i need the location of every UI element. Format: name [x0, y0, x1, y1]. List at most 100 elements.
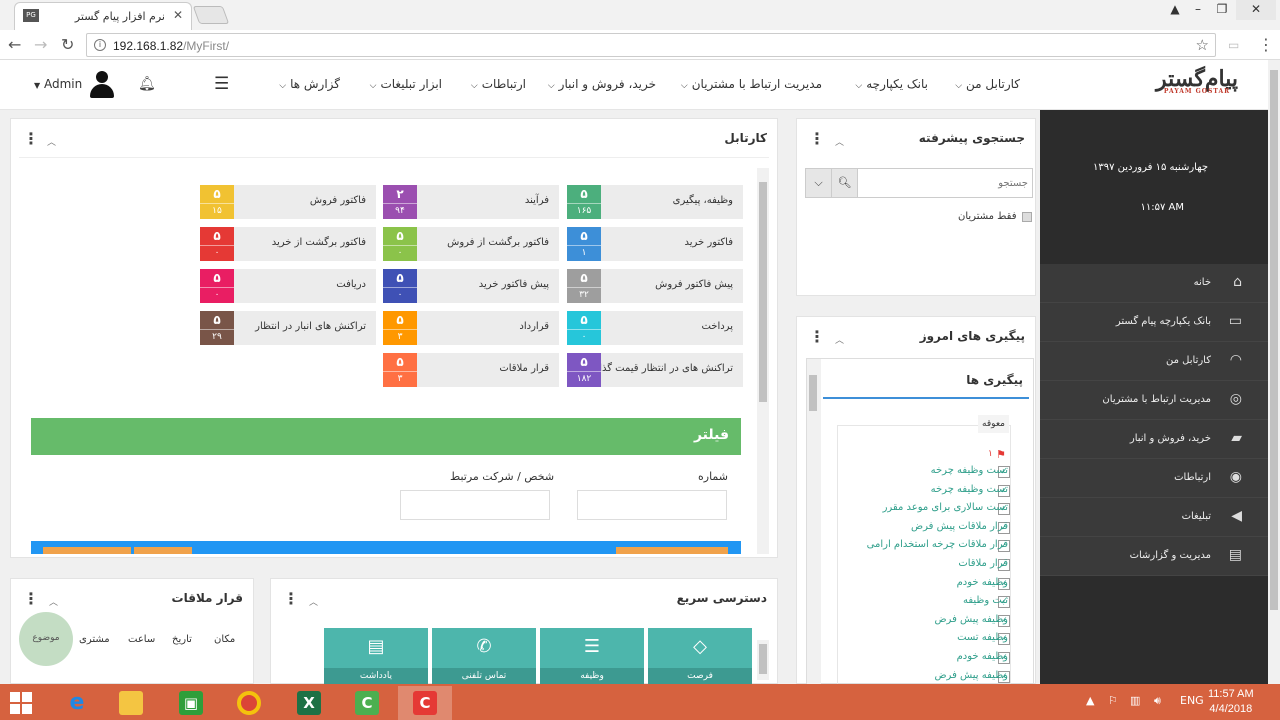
- quick-call-button[interactable]: ✆ تماس تلفنی: [432, 628, 536, 684]
- tile-count[interactable]: ۵۰: [200, 269, 234, 303]
- menu-communications[interactable]: ارتباطات⌵: [471, 77, 526, 91]
- kartabl-tile[interactable]: پیش فاکتور فروش ۵ ۳۲: [567, 269, 743, 303]
- followup-item[interactable]: قرار ملاقات چرخه استخدام ارامی: [867, 539, 1008, 550]
- windows-start-icon[interactable]: [10, 692, 32, 714]
- collapse-icon[interactable]: ︿: [49, 595, 58, 608]
- tile-count[interactable]: ۵ ۱۵: [200, 185, 234, 219]
- ie-icon[interactable]: e: [50, 686, 104, 720]
- tile-count[interactable]: ۵۱: [567, 227, 601, 261]
- browser-menu-icon[interactable]: ⋮: [1258, 35, 1274, 54]
- sidebar-item[interactable]: ⌂ خانه: [1040, 264, 1268, 303]
- chevron-down-icon[interactable]: ⌵: [806, 169, 832, 197]
- tray-arrow-icon[interactable]: ▲: [1086, 694, 1094, 707]
- followup-item[interactable]: تست وظیفه چرخه: [931, 465, 1008, 476]
- collapse-icon[interactable]: ︿: [47, 135, 56, 148]
- collapse-icon[interactable]: ︿: [309, 595, 318, 608]
- followup-item[interactable]: وظیفه پیش فرض: [934, 670, 1008, 681]
- language-indicator[interactable]: ENG: [1180, 694, 1204, 707]
- kartabl-tile[interactable]: وظیفه، پیگیری ۵ ۱۶۵: [567, 185, 743, 219]
- bell-icon[interactable]: 🔔︎: [138, 76, 156, 92]
- tile-count[interactable]: ۵ ۳۲: [567, 269, 601, 303]
- back-icon[interactable]: ←: [8, 35, 21, 54]
- user-profile-icon[interactable]: ▲: [1164, 0, 1186, 20]
- camtasia-recorder-icon[interactable]: C: [398, 686, 452, 720]
- filter-header[interactable]: فیلتر: [31, 418, 741, 455]
- panel-menu-icon[interactable]: ⋮: [809, 327, 825, 346]
- chrome-icon[interactable]: [222, 686, 276, 720]
- kartabl-tile[interactable]: قرار ملاقات ۵ ۳: [383, 353, 559, 387]
- restore-button[interactable]: ❐: [1210, 0, 1234, 20]
- avatar[interactable]: [88, 71, 116, 99]
- kartabl-tile[interactable]: تراکنش های انبار در انتظار ۵ ۲۹: [200, 311, 376, 345]
- panel-menu-icon[interactable]: ⋮: [23, 129, 39, 148]
- quick-access-scrollbar[interactable]: [757, 640, 769, 680]
- quick-task-button[interactable]: ☰ وظیفه: [540, 628, 644, 684]
- search-input[interactable]: [868, 173, 1028, 193]
- quick-note-button[interactable]: ▤ یادداشت: [324, 628, 428, 684]
- tile-count[interactable]: ۵ ۱۸۲: [567, 353, 601, 387]
- followup-item[interactable]: وظیفه خودم: [957, 651, 1008, 662]
- collapse-icon[interactable]: ︿: [835, 333, 844, 346]
- menu-ad-tools[interactable]: ابزار تبلیغات⌵: [370, 77, 442, 91]
- col-time[interactable]: ساعت: [128, 634, 155, 645]
- kartabl-tile[interactable]: تراکنش های در انتظار قیمت گذاری ۵ ۱۸۲: [567, 353, 743, 387]
- overdue-group[interactable]: معوقه: [978, 415, 1009, 433]
- menu-crm[interactable]: مدیریت ارتباط با مشتریان⌵: [681, 77, 822, 91]
- person-input[interactable]: [400, 490, 550, 520]
- followup-item[interactable]: وظیفه پیش فرض: [934, 614, 1008, 625]
- network-icon[interactable]: ▥: [1130, 694, 1140, 707]
- followup-item[interactable]: وظیفه تست: [957, 632, 1008, 643]
- hamburger-icon[interactable]: ☰: [214, 74, 229, 94]
- kartabl-tile[interactable]: قرارداد ۵ ۳: [383, 311, 559, 345]
- quick-opportunity-button[interactable]: ◇ فرصت: [648, 628, 752, 684]
- panel-menu-icon[interactable]: ⋮: [23, 589, 39, 608]
- followup-item[interactable]: تست سالاری برای موعد مقرر: [883, 502, 1008, 513]
- browser-tab[interactable]: PG نرم افزار پیام گستر ✕: [14, 2, 192, 30]
- logo[interactable]: پیام‌گستر PAYAM GOSTAR: [1156, 66, 1238, 95]
- sidebar-item[interactable]: ◉ ارتباطات: [1040, 459, 1268, 498]
- url-bar[interactable]: i 192.168.1.82/MyFirst/ ☆: [86, 33, 1216, 57]
- tray-flag-icon[interactable]: ⚐: [1108, 694, 1118, 707]
- number-input[interactable]: [577, 490, 727, 520]
- tile-count[interactable]: ۵۰: [383, 227, 417, 261]
- tile-count[interactable]: ۵۰: [567, 311, 601, 345]
- kartabl-tile[interactable]: فاکتور خرید ۵ ۱: [567, 227, 743, 261]
- forward-icon[interactable]: →: [34, 35, 47, 54]
- close-window-button[interactable]: ✕: [1236, 0, 1276, 20]
- only-customers-checkbox[interactable]: [1022, 212, 1032, 222]
- followups-scrollbar[interactable]: [807, 359, 821, 685]
- sidebar-item[interactable]: ▰ خرید، فروش و انبار: [1040, 420, 1268, 459]
- camtasia-green-icon[interactable]: C: [340, 686, 394, 720]
- collapse-icon[interactable]: ︿: [835, 135, 844, 148]
- followup-item[interactable]: ثبت وظیفه: [963, 595, 1008, 606]
- search-icon[interactable]: 🔍︎: [832, 169, 858, 197]
- followup-item[interactable]: تست وظیفه چرخه: [931, 484, 1008, 495]
- sidebar-item[interactable]: ◎ مدیریت ارتباط با مشتریان: [1040, 381, 1268, 420]
- bookmark-star-icon[interactable]: ☆: [1196, 36, 1209, 54]
- kartabl-tile[interactable]: پیش فاکتور خرید ۵ ۰: [383, 269, 559, 303]
- sidebar-item[interactable]: ◀ تبلیغات: [1040, 498, 1268, 537]
- panel-menu-icon[interactable]: ⋮: [283, 589, 299, 608]
- new-tab-button[interactable]: [192, 6, 230, 24]
- kartabl-tile[interactable]: دریافت ۵ ۰: [200, 269, 376, 303]
- close-tab-icon[interactable]: ✕: [173, 8, 183, 22]
- followup-item[interactable]: قرار ملاقات: [958, 558, 1008, 569]
- panel-menu-icon[interactable]: ⋮: [809, 129, 825, 148]
- sidebar-item[interactable]: ▤ مدیریت و گزارشات: [1040, 537, 1268, 576]
- minimize-button[interactable]: –: [1186, 0, 1210, 20]
- store-icon[interactable]: ▣: [164, 686, 218, 720]
- col-place[interactable]: مکان: [214, 634, 235, 645]
- volume-icon[interactable]: 🔊︎: [1154, 694, 1161, 708]
- kartabl-scrollbar[interactable]: [757, 168, 769, 554]
- menu-kartabl[interactable]: کارتابل من⌵: [955, 77, 1020, 91]
- extension-icon[interactable]: ▭: [1228, 38, 1239, 52]
- sidebar-item[interactable]: ◠ کارتابل من: [1040, 342, 1268, 381]
- menu-reports[interactable]: گزارش ها⌵: [279, 77, 340, 91]
- kartabl-tile[interactable]: فاکتور فروش ۵ ۱۵: [200, 185, 376, 219]
- floating-action-button[interactable]: موضوع: [19, 612, 73, 666]
- tile-count[interactable]: ۵۰: [383, 269, 417, 303]
- user-menu[interactable]: ▼ Admin: [34, 77, 82, 91]
- menu-bank[interactable]: بانک یکپارچه⌵: [855, 77, 928, 91]
- tile-count[interactable]: ۵ ۲۹: [200, 311, 234, 345]
- followup-item[interactable]: وظیفه خودم: [957, 577, 1008, 588]
